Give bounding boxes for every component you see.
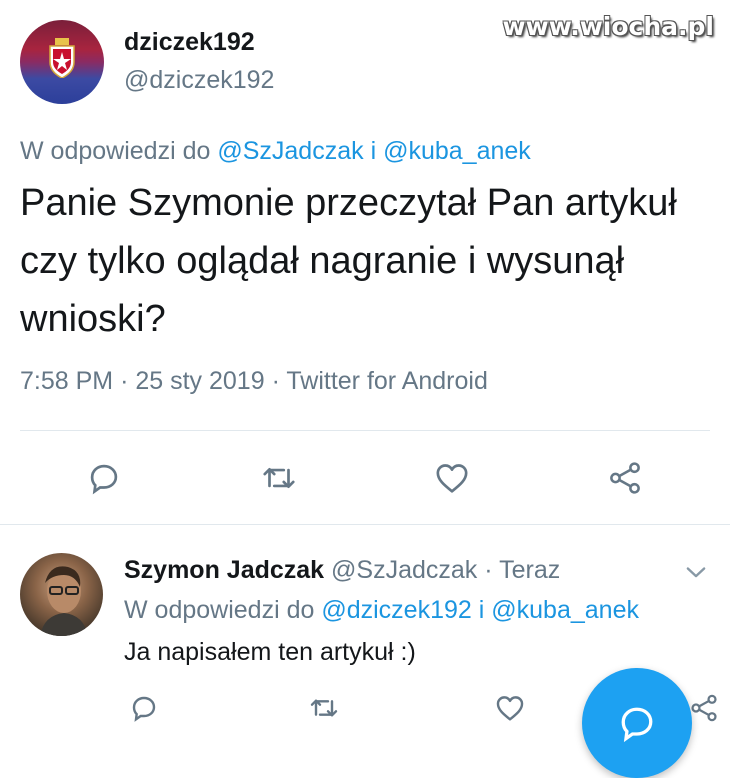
divider	[0, 524, 730, 525]
reply-icon	[132, 696, 156, 722]
watermark: www.wiocha.pl	[502, 12, 714, 41]
reply-prefix: W odpowiedzi do	[124, 596, 315, 624]
mention-link[interactable]: @SzJadczak	[217, 137, 363, 165]
heart-icon	[436, 464, 468, 493]
conjunction[interactable]: i	[479, 596, 485, 624]
compose-reply-button[interactable]	[582, 668, 692, 778]
club-crest-icon	[49, 38, 75, 78]
reply-icon	[90, 464, 118, 495]
reply-button[interactable]	[120, 684, 168, 732]
reply-author-line: Szymon Jadczak @SzJadczak · Teraz	[124, 556, 560, 585]
meta-separator: ·	[271, 367, 280, 395]
retweet-icon	[263, 467, 295, 489]
tweet-text: Panie Szymonie przeczytał Pan artykuł cz…	[20, 182, 677, 340]
tweet-time[interactable]: 7:58 PM	[20, 367, 113, 395]
mention-link[interactable]: @kuba_anek	[491, 596, 639, 624]
more-options-button[interactable]	[682, 558, 710, 591]
share-icon	[691, 694, 717, 722]
author-handle[interactable]: @dziczek192	[124, 66, 274, 95]
tweet-meta: 7:58 PM · 25 sty 2019 · Twitter for Andr…	[20, 367, 488, 396]
retweet-button[interactable]	[300, 684, 348, 732]
heart-icon	[496, 696, 524, 721]
chevron-down-icon	[686, 567, 706, 578]
author-display-name[interactable]: dziczek192	[124, 28, 255, 57]
avatar[interactable]	[20, 20, 104, 104]
retweet-icon	[310, 699, 338, 717]
reply-button[interactable]	[80, 454, 128, 502]
like-button[interactable]	[428, 454, 476, 502]
reply-author-name[interactable]: Szymon Jadczak	[124, 556, 324, 584]
reply-context: W odpowiedzi do @SzJadczak i @kuba_anek	[20, 137, 531, 166]
mention-link[interactable]: @dziczek192	[321, 596, 471, 624]
share-button[interactable]	[601, 454, 649, 502]
meta-separator: ·	[484, 556, 493, 584]
divider	[20, 430, 710, 431]
reply-prefix: W odpowiedzi do	[20, 137, 211, 165]
conjunction[interactable]: i	[371, 137, 377, 165]
tweet-date[interactable]: 25 sty 2019	[135, 367, 264, 395]
tweet-source[interactable]: Twitter for Android	[286, 367, 487, 395]
meta-separator: ·	[120, 367, 129, 395]
reply-author-handle[interactable]: @SzJadczak	[331, 556, 477, 584]
share-icon	[610, 462, 640, 494]
mention-link[interactable]: @kuba_anek	[383, 137, 531, 165]
person-photo-icon	[40, 566, 88, 636]
reply-time: Teraz	[499, 556, 561, 584]
like-button[interactable]	[486, 684, 534, 732]
compose-reply-icon	[621, 707, 653, 743]
retweet-button[interactable]	[255, 454, 303, 502]
avatar[interactable]	[20, 553, 103, 636]
reply-context: W odpowiedzi do @dziczek192 i @kuba_anek	[124, 596, 639, 625]
reply-tweet-text: Ja napisałem ten artykuł :)	[124, 638, 416, 666]
